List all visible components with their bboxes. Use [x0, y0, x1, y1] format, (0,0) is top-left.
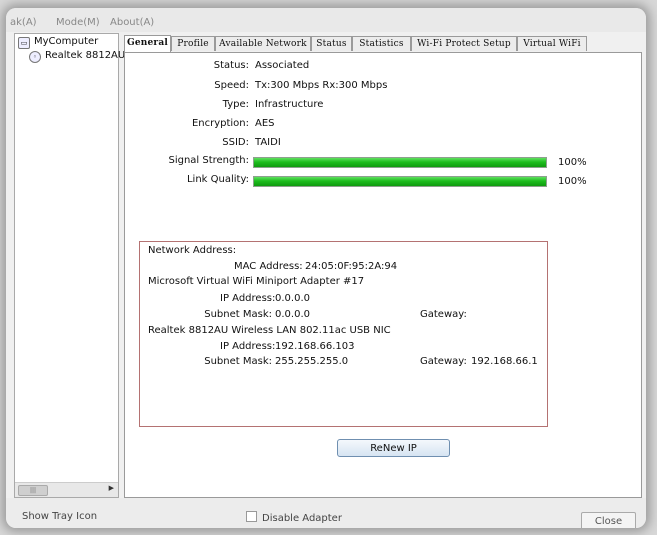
menu-item-ak[interactable]: ak(A): [10, 17, 37, 28]
tab-virtual-wifi[interactable]: Virtual WiFi: [517, 36, 587, 51]
encryption-label: Encryption:: [191, 118, 249, 129]
speed-label: Speed:: [214, 80, 249, 91]
encryption-value: AES: [255, 118, 275, 129]
disable-adapter-option[interactable]: Disable Adapter: [246, 511, 342, 524]
adapter1-mask-value: 0.0.0.0: [275, 309, 310, 320]
tab-wifi-protect-setup[interactable]: Wi-Fi Protect Setup: [411, 36, 517, 51]
adapter2-gateway-label: Gateway:: [420, 356, 467, 367]
scroll-right-arrow-icon[interactable]: ▶: [109, 484, 114, 492]
tab-available-network[interactable]: Available Network: [215, 36, 311, 51]
speed-value: Tx:300 Mbps Rx:300 Mbps: [255, 80, 388, 91]
app-window: ak(A) Mode(M) About(A) ▭ MyComputer ◦ Real…: [6, 8, 646, 528]
footer-bar: Show Tray Icon Disable Adapter Close: [6, 498, 646, 528]
signal-strength-fill: [254, 158, 546, 167]
adapter1-ip-value: 0.0.0.0: [275, 293, 310, 304]
adapter2-mask-value: 255.255.255.0: [275, 356, 349, 367]
adapter1-gateway-label: Gateway:: [420, 309, 467, 320]
adapter-icon: ◦: [29, 51, 41, 63]
adapter2-mask-label: Subnet Mask:: [204, 356, 272, 367]
network-address-box: Network Address: MAC Address: 24:05:0F:9…: [139, 241, 548, 427]
link-quality-fill: [254, 177, 546, 186]
menu-item-about[interactable]: About(A): [110, 17, 154, 28]
computer-icon: ▭: [18, 37, 30, 49]
renew-ip-button[interactable]: ReNew IP: [337, 439, 450, 457]
tree-item-adapter[interactable]: ◦ Realtek 8812AU: [29, 50, 125, 63]
menu-bar: ak(A) Mode(M) About(A): [6, 8, 646, 32]
status-label: Status:: [213, 60, 249, 71]
mac-address-label: MAC Address:: [234, 261, 303, 272]
mac-address-value: 24:05:0F:95:2A:94: [305, 261, 398, 272]
link-quality-percent: 100%: [558, 176, 587, 187]
adapter2-ip-value: 192.168.66.103: [275, 341, 355, 352]
tab-status[interactable]: Status: [311, 36, 352, 51]
disable-adapter-checkbox[interactable]: [246, 511, 257, 522]
signal-strength-label: Signal Strength:: [168, 155, 249, 166]
adapter2-name: Realtek 8812AU Wireless LAN 802.11ac USB…: [148, 325, 391, 336]
network-address-title: Network Address:: [148, 245, 237, 256]
link-quality-bar: [253, 176, 547, 187]
signal-strength-bar: [253, 157, 547, 168]
type-value: Infrastructure: [255, 99, 324, 110]
signal-strength-percent: 100%: [558, 157, 587, 168]
tab-profile[interactable]: Profile: [171, 36, 215, 51]
adapter2-ip-label: IP Address:: [220, 341, 276, 352]
device-tree: ▭ MyComputer ◦ Realtek 8812AU ||| ▶: [14, 33, 125, 498]
ssid-label: SSID:: [222, 137, 249, 148]
tree-item-mycomputer[interactable]: ▭ MyComputer: [18, 36, 98, 49]
adapter1-mask-label: Subnet Mask:: [204, 309, 272, 320]
general-panel: Status: Associated Speed: Tx:300 Mbps Rx…: [124, 52, 642, 498]
show-tray-icon-label[interactable]: Show Tray Icon: [22, 511, 97, 522]
type-label: Type:: [222, 99, 249, 110]
adapter2-gateway-value: 192.168.66.1: [471, 356, 538, 367]
link-quality-label: Link Quality:: [186, 174, 249, 185]
tree-horizontal-scrollbar[interactable]: ||| ▶: [15, 482, 118, 497]
tab-statistics[interactable]: Statistics: [352, 36, 411, 51]
adapter1-ip-label: IP Address:: [220, 293, 276, 304]
ssid-value: TAIDI: [255, 137, 281, 148]
adapter1-name: Microsoft Virtual WiFi Miniport Adapter …: [148, 276, 365, 287]
menu-item-mode[interactable]: Mode(M): [56, 17, 100, 28]
status-value: Associated: [255, 60, 310, 71]
scrollbar-thumb[interactable]: |||: [18, 485, 48, 496]
close-button[interactable]: Close: [581, 512, 636, 528]
tab-general[interactable]: General: [124, 35, 171, 52]
